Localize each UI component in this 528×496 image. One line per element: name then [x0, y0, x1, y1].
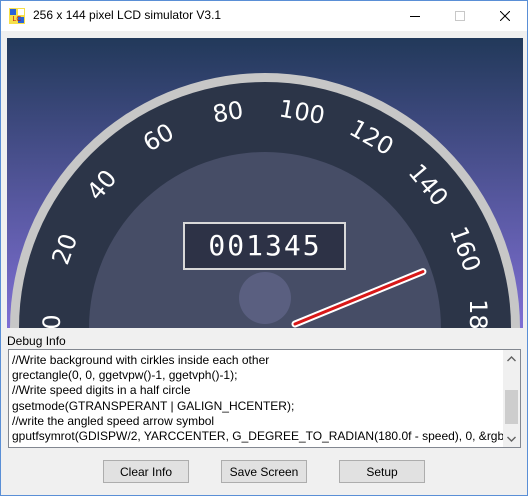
simulator-window: LC 256 x 144 pixel LCD simulator V3.1 0 2…	[0, 0, 528, 496]
chevron-down-icon	[507, 436, 516, 442]
odometer: 001345	[183, 222, 346, 270]
debug-line: grectangle(0, 0, ggetvpw()-1, ggetvph()-…	[12, 368, 238, 383]
close-button[interactable]	[482, 1, 527, 31]
window-title: 256 x 144 pixel LCD simulator V3.1	[33, 8, 222, 22]
scale-label: 80	[211, 96, 246, 129]
debug-line: //Write speed digits in a half circle	[12, 383, 191, 398]
setup-button[interactable]: Setup	[339, 460, 425, 483]
lcd-display[interactable]: 020406080 100120140160180 001345	[7, 38, 523, 328]
maximize-button[interactable]	[437, 1, 482, 31]
scrollbar-thumb[interactable]	[505, 390, 518, 424]
clear-info-button[interactable]: Clear Info	[103, 460, 189, 483]
debug-line: gputfsymrot(GDISPW/2, YARCCENTER, G_DEGR…	[12, 429, 504, 444]
maximize-icon	[454, 11, 465, 21]
debug-line: gsetmode(GTRANSPERANT | GALIGN_HCENTER);	[12, 398, 295, 413]
save-screen-button[interactable]: Save Screen	[221, 460, 307, 483]
scroll-down-button[interactable]	[503, 430, 520, 447]
debug-lines: //Write background with cirkles inside e…	[12, 353, 504, 444]
minimize-icon	[409, 16, 420, 17]
lcd-app-icon: LC	[9, 8, 25, 24]
scale-label: 180	[464, 299, 492, 328]
scroll-up-button[interactable]	[503, 350, 520, 367]
debug-line: //Write background with cirkles inside e…	[12, 353, 270, 367]
odometer-value: 001345	[208, 229, 321, 262]
chevron-up-icon	[507, 355, 516, 361]
vertical-scrollbar[interactable]	[503, 350, 520, 447]
debug-line: //write the angled speed arrow symbol	[12, 413, 215, 428]
minimize-button[interactable]	[392, 1, 437, 31]
debug-info-textarea[interactable]: //Write background with cirkles inside e…	[8, 349, 521, 448]
needle-hub	[239, 272, 291, 324]
close-icon	[499, 11, 510, 21]
title-bar[interactable]: LC 256 x 144 pixel LCD simulator V3.1	[1, 1, 527, 31]
debug-info-label: Debug Info	[7, 334, 66, 348]
svg-text:LC: LC	[13, 16, 22, 23]
scale-label: 0	[38, 314, 66, 328]
